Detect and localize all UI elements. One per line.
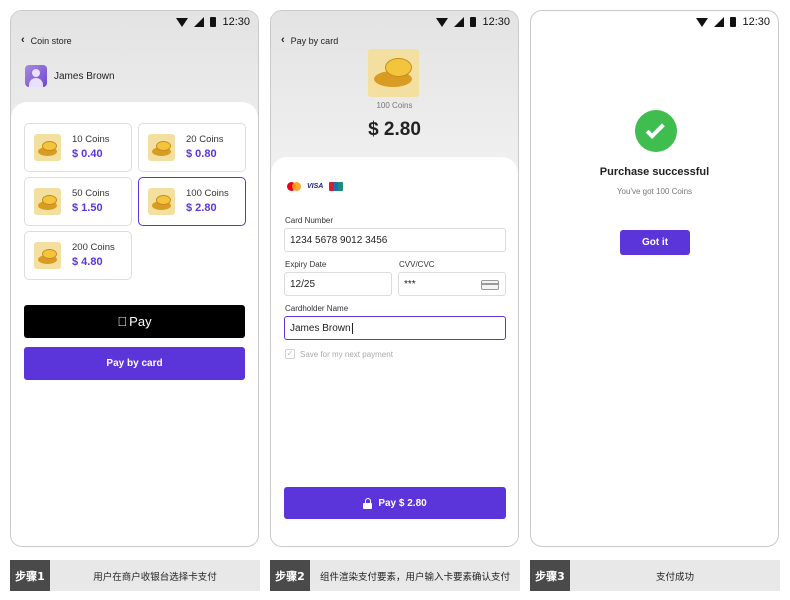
step-badge: 步骤3: [530, 560, 570, 591]
payment-amount: $ 2.80: [368, 119, 421, 140]
package-name: 50 Coins: [72, 188, 110, 199]
apple-pay-button[interactable]:  Pay: [24, 305, 245, 338]
back-label: Pay by card: [290, 35, 339, 46]
status-time: 12:30: [482, 16, 510, 28]
coins-icon: [34, 188, 61, 215]
expiry-value: 12/25: [290, 278, 316, 290]
cardholder-label: Cardholder Name: [285, 304, 349, 313]
step-badge: 步骤2: [270, 560, 310, 591]
status-bar: 12:30: [696, 15, 770, 29]
cvv-value: ***: [404, 278, 416, 290]
wifi-icon: [436, 17, 449, 27]
mastercard-icon: [287, 182, 301, 191]
cardholder-field[interactable]: James Brown: [284, 316, 506, 340]
package-name: 100 Coins: [186, 188, 229, 199]
back-nav[interactable]: ‹ Pay by card: [281, 35, 338, 46]
coins-icon: [34, 242, 61, 269]
step-description: 用户在商户收银台选择卡支付: [93, 571, 217, 583]
cardholder-value: James Brown: [290, 322, 351, 334]
battery-icon: [730, 17, 737, 27]
save-card-label: Save for my next payment: [300, 349, 393, 359]
package-name: 200 Coins: [72, 242, 115, 253]
battery-icon: [210, 17, 217, 27]
step-badge: 步骤1: [10, 560, 50, 591]
status-bar: 12:30: [176, 15, 250, 29]
save-card-row[interactable]: ✓ Save for my next payment: [285, 349, 393, 359]
coins-icon: [34, 134, 61, 161]
back-label: Coin store: [30, 35, 72, 46]
user-row: James Brown: [25, 65, 115, 87]
got-it-button[interactable]: Got it: [620, 230, 690, 255]
visa-icon: VISA: [307, 183, 324, 190]
lock-icon: [363, 497, 373, 509]
package-price: $ 1.50: [72, 202, 103, 214]
coin-store-screen: 12:30 ‹ Coin store James Brown 10 Coins …: [10, 10, 259, 547]
coin-package-card-selected[interactable]: 100 Coins $ 2.80: [138, 177, 246, 226]
wifi-icon: [176, 17, 189, 27]
package-price: $ 0.40: [72, 148, 103, 160]
success-title: Purchase successful: [599, 166, 710, 178]
step-description: 组件渲染支付要素，用户输入卡要素确认支付: [319, 571, 510, 583]
coin-package-card[interactable]: 50 Coins $ 1.50: [24, 177, 132, 226]
apple-icon: : [117, 314, 127, 329]
step-caption-1: 步骤1 用户在商户收银台选择卡支付: [10, 560, 260, 591]
status-time: 12:30: [742, 16, 770, 28]
status-time: 12:30: [222, 16, 250, 28]
card-brands: VISA: [287, 182, 344, 191]
card-number-value: 1234 5678 9012 3456: [290, 234, 388, 246]
coins-label: 100 Coins: [376, 101, 413, 110]
save-card-checkbox[interactable]: ✓: [285, 349, 295, 359]
pay-button[interactable]: Pay $ 2.80: [284, 487, 506, 519]
signal-icon: [194, 17, 205, 27]
purchase-success-screen: 12:30 Purchase successful You've got 100…: [530, 10, 779, 547]
avatar: [25, 65, 47, 87]
apple-pay-label: Pay: [124, 314, 151, 329]
success-subtitle: You've got 100 Coins: [616, 187, 693, 196]
coins-icon: [148, 134, 175, 161]
wifi-icon: [696, 17, 709, 27]
expiry-label: Expiry Date: [285, 260, 327, 269]
signal-icon: [714, 17, 725, 27]
cvv-label: CVV/CVC: [399, 260, 435, 269]
package-price: $ 4.80: [72, 256, 103, 268]
pay-by-card-button[interactable]: Pay by card: [24, 347, 245, 380]
cvv-field[interactable]: ***: [398, 272, 506, 296]
user-name: James Brown: [54, 70, 115, 82]
unionpay-icon: [329, 182, 344, 191]
signal-icon: [454, 17, 465, 27]
chevron-left-icon[interactable]: ‹: [21, 35, 25, 46]
package-price: $ 2.80: [186, 202, 217, 214]
text-caret: [351, 322, 353, 334]
coin-package-card[interactable]: 10 Coins $ 0.40: [24, 123, 132, 172]
coins-icon: [368, 49, 419, 97]
card-number-field[interactable]: 1234 5678 9012 3456: [284, 228, 506, 252]
success-check-icon: [635, 110, 677, 152]
coin-package-card[interactable]: 20 Coins $ 0.80: [138, 123, 246, 172]
battery-icon: [470, 17, 477, 27]
step-caption-3: 步骤3 支付成功: [530, 560, 780, 591]
back-nav[interactable]: ‹ Coin store: [21, 35, 72, 46]
step-caption-2: 步骤2 组件渲染支付要素，用户输入卡要素确认支付: [270, 560, 520, 591]
step-description: 支付成功: [655, 571, 694, 583]
coins-icon: [148, 188, 175, 215]
pay-by-card-screen: 12:30 ‹ Pay by card 100 Coins $ 2.80 VIS…: [270, 10, 519, 547]
status-bar: 12:30: [436, 15, 510, 29]
package-price: $ 0.80: [186, 148, 217, 160]
credit-card-icon: [481, 280, 499, 290]
package-name: 20 Coins: [186, 134, 224, 145]
card-number-label: Card Number: [285, 216, 334, 225]
chevron-left-icon[interactable]: ‹: [281, 35, 285, 46]
coin-package-card[interactable]: 200 Coins $ 4.80: [24, 231, 132, 280]
expiry-field[interactable]: 12/25: [284, 272, 392, 296]
package-name: 10 Coins: [72, 134, 110, 145]
pay-button-label: Pay $ 2.80: [378, 497, 427, 509]
